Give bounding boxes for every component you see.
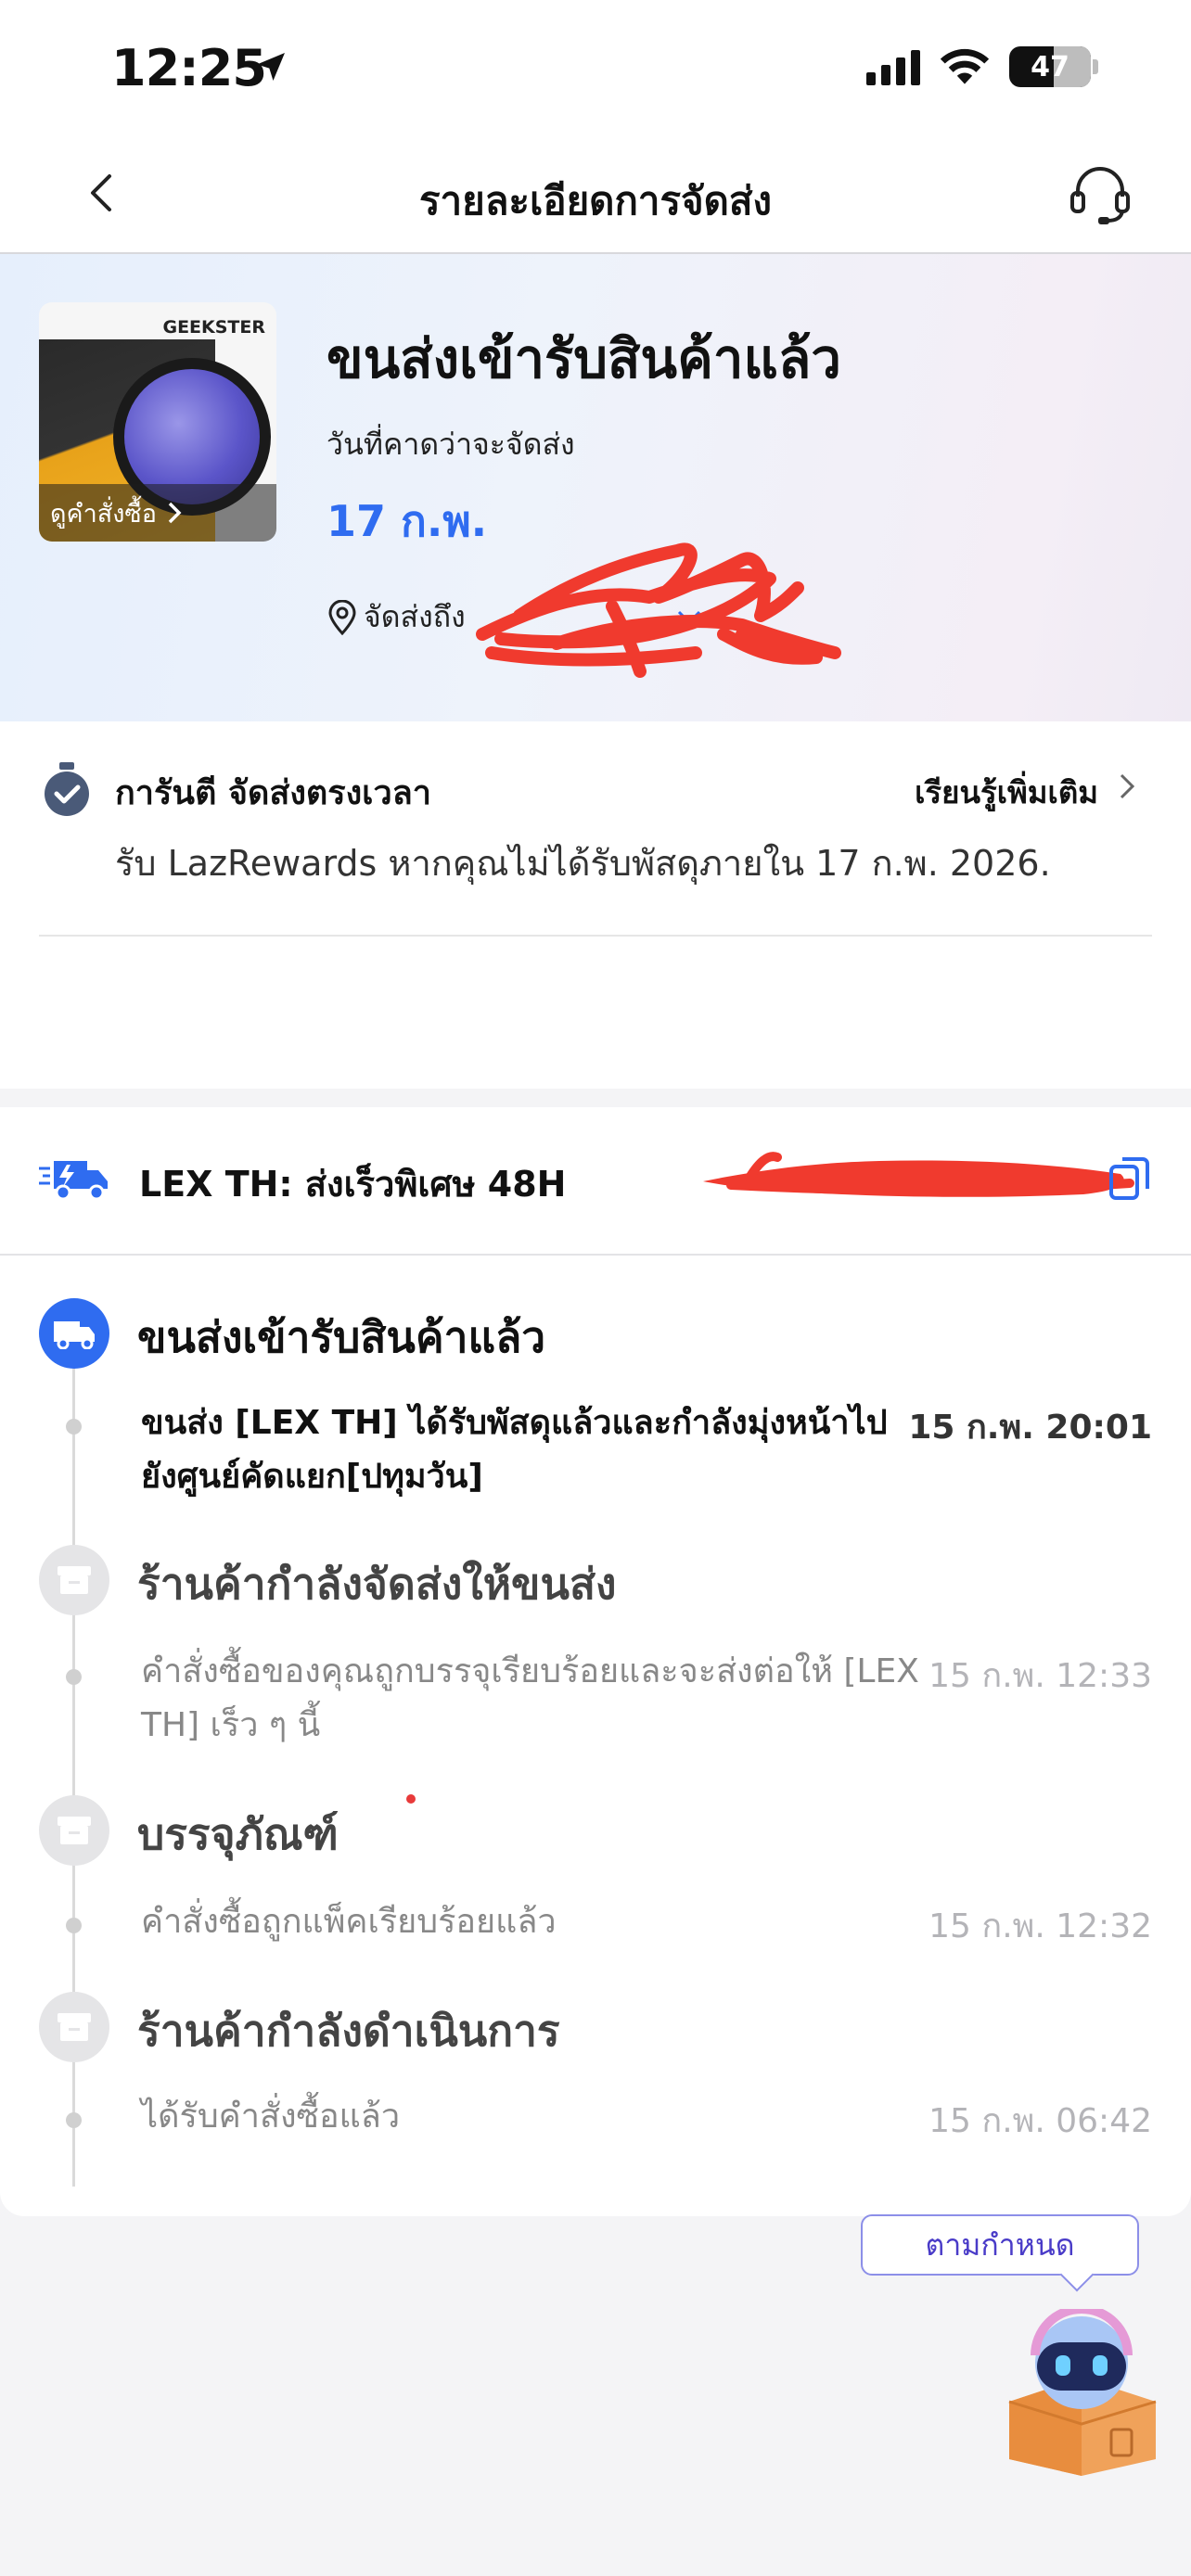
guarantee-title: การันตี จัดส่งตรงเวลา xyxy=(115,774,431,812)
status-bar: 12:25 47 xyxy=(0,0,1191,139)
battery-indicator: 47 xyxy=(1009,46,1091,87)
timeline-dot xyxy=(66,1918,82,1933)
tracking-number-redaction xyxy=(703,1152,1134,1197)
box-status-icon xyxy=(39,1992,109,2062)
tracking-timeline: ขนส่งเข้ารับสินค้าแล้ว ขนส่ง [LEX TH] ได… xyxy=(0,1256,1191,2216)
stopwatch-check-icon xyxy=(45,762,89,816)
timeline-step-description: คำสั่งซื้อถูกแพ็คเรียบร้อยแล้ว xyxy=(141,1903,557,1941)
assistant-robot-icon[interactable] xyxy=(1004,2309,1161,2476)
eta-label: วันที่คาดว่าจะจัดส่ง xyxy=(327,427,575,462)
learn-more-link[interactable]: เรียนรู้เพิ่มเติม xyxy=(915,768,1098,817)
page-title: รายละเอียดการจัดส่ง xyxy=(418,178,773,223)
timeline-step-heading: ขนส่งเข้ารับสินค้าแล้ว xyxy=(137,1312,546,1362)
cellular-signal-icon xyxy=(866,48,920,85)
location-arrow-icon xyxy=(257,53,285,81)
notification-dot xyxy=(406,1794,416,1804)
assistant-speech-bubble[interactable]: ตามกำหนด xyxy=(861,2214,1139,2276)
nav-bar: รายละเอียดการจัดส่ง xyxy=(0,139,1191,254)
timeline-step-time: 15 ก.พ. 06:42 xyxy=(928,2102,1152,2140)
timeline-dot xyxy=(66,2112,82,2128)
timeline-step-heading: บรรจุภัณฑ์ xyxy=(137,1809,339,1859)
timeline-step-heading: ร้านค้ากำลังดำเนินการ xyxy=(137,2006,560,2056)
location-pin-icon xyxy=(328,599,356,635)
address-redaction-scribble xyxy=(476,542,841,678)
customer-support-headset-icon[interactable] xyxy=(1065,159,1135,230)
address-label: จัดส่งถึง xyxy=(364,599,466,634)
wifi-icon xyxy=(940,48,990,84)
timeline-dot xyxy=(66,1419,82,1435)
timeline-step-time: 15 ก.พ. 12:33 xyxy=(928,1657,1152,1695)
timeline-step-description: ขนส่ง [LEX TH] ได้รับพัสดุแล้วและกำลังมุ… xyxy=(141,1404,888,1496)
chevron-right-icon[interactable] xyxy=(1117,770,1137,803)
view-order-label: ดูคำสั่งซื้อ xyxy=(50,499,157,529)
carrier-name: LEX TH: ส่งเร็วพิเศษ 48H xyxy=(139,1164,567,1205)
chevron-right-icon xyxy=(168,502,182,524)
delivery-status-hero: GEEKSTER ดูคำสั่งซื้อ ขนส่งเข้ารับสินค้า… xyxy=(0,254,1191,721)
view-order-button[interactable]: ดูคำสั่งซื้อ xyxy=(39,484,276,542)
timeline-step-heading: ร้านค้ากำลังจัดส่งให้ขนส่ง xyxy=(137,1559,617,1609)
timeline-step-description: ได้รับคำสั่งซื้อแล้ว xyxy=(141,2098,401,2136)
truck-status-icon xyxy=(39,1298,109,1369)
product-thumbnail[interactable]: GEEKSTER ดูคำสั่งซื้อ xyxy=(39,302,276,542)
guarantee-description: รับ LazRewards หากคุณไม่ได้รับพัสดุภายใน… xyxy=(115,843,1051,884)
status-time: 12:25 xyxy=(111,39,267,97)
timeline-dot xyxy=(66,1669,82,1685)
express-truck-icon xyxy=(39,1161,108,1201)
delivery-status-title: ขนส่งเข้ารับสินค้าแล้ว xyxy=(327,327,841,390)
box-status-icon xyxy=(39,1795,109,1866)
box-status-icon xyxy=(39,1545,109,1615)
product-brand: GEEKSTER xyxy=(162,317,265,338)
timeline-step-description: คำสั่งซื้อของคุณถูกบรรจุเรียบร้อยและจะส่… xyxy=(141,1652,919,1744)
divider xyxy=(39,935,1152,937)
carrier-row: LEX TH: ส่งเร็วพิเศษ 48H xyxy=(0,1107,1191,1256)
timeline-step-time: 15 ก.พ. 20:01 xyxy=(908,1409,1152,1447)
on-time-guarantee-section: การันตี จัดส่งตรงเวลา เรียนรู้เพิ่มเติม … xyxy=(0,721,1191,1089)
battery-level: 47 xyxy=(1031,50,1069,83)
copy-icon[interactable] xyxy=(1108,1154,1152,1202)
timeline-step-time: 15 ก.พ. 12:32 xyxy=(928,1907,1152,1945)
